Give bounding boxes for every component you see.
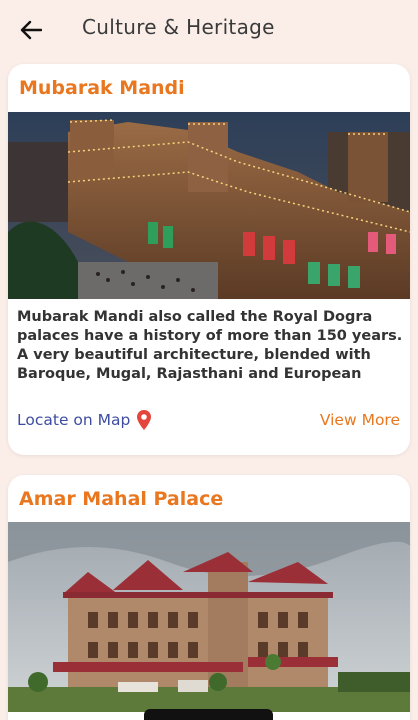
arrow-left-icon (20, 20, 42, 40)
back-button[interactable] (18, 17, 44, 43)
app-bar: Culture & Heritage (0, 0, 418, 58)
card-title: Amar Mahal Palace (19, 488, 224, 510)
page-title: Culture & Heritage (82, 15, 275, 39)
card-image (8, 112, 410, 299)
heritage-card[interactable]: Mubarak Mandi Mubarak Mandi also called … (8, 64, 410, 455)
map-pin-icon (137, 410, 152, 430)
card-image (8, 522, 410, 712)
locate-on-map-link[interactable]: Locate on Map (17, 409, 152, 431)
card-description: Mubarak Mandi also called the Royal Dogr… (17, 309, 403, 386)
home-indicator (144, 709, 273, 720)
card-title: Mubarak Mandi (19, 77, 185, 99)
heritage-card[interactable]: Amar Mahal Palace (8, 475, 410, 720)
view-more-button[interactable]: View More (320, 411, 400, 429)
locate-on-map-label: Locate on Map (17, 411, 131, 429)
